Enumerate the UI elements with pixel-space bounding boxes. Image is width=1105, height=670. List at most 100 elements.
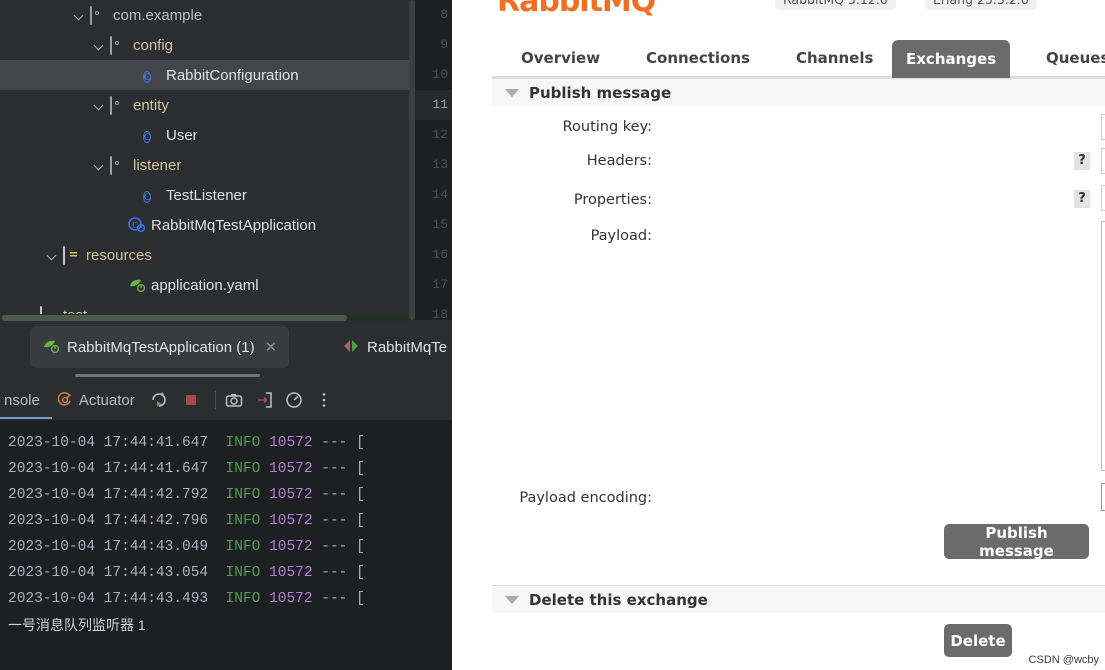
collapse-caret-icon[interactable]	[505, 595, 519, 604]
console-log-line: 2023-10-04 17:44:43.049 INFO 10572 --- [	[0, 534, 452, 560]
editor-gutter: 8 9 10 11 12 13 14 15 16 17 18	[415, 0, 452, 320]
tree-item-resources[interactable]: resources	[0, 240, 415, 270]
tree-item-rabbitmqtestapplication[interactable]: C RabbitMqTestApplication	[0, 210, 415, 240]
payload-textarea[interactable]	[1101, 221, 1105, 471]
tree-item-testlistener[interactable]: C TestListener	[0, 180, 415, 210]
log-dash: ---	[321, 513, 348, 529]
chevron-down-icon[interactable]	[45, 248, 59, 262]
log-dash: ---	[321, 539, 348, 555]
package-icon	[110, 156, 128, 175]
close-icon[interactable]: ✕	[265, 338, 278, 356]
collapse-caret-icon[interactable]	[505, 88, 519, 97]
console-tab-underline	[0, 417, 52, 419]
headers-key-input[interactable]	[1101, 148, 1105, 174]
camera-icon[interactable]	[224, 390, 244, 410]
export-icon[interactable]	[254, 390, 274, 410]
run-tab-label: RabbitMqTe	[367, 338, 448, 356]
log-pid: 10572	[269, 565, 313, 581]
version-badge-1: Erlang 25.3.2.6	[925, 0, 1037, 10]
console-tab[interactable]: nsole	[4, 392, 40, 409]
stop-icon[interactable]	[181, 390, 201, 410]
log-pid: 10572	[269, 461, 313, 477]
tree-item-config[interactable]: config	[0, 30, 415, 60]
mq-tab-exchanges[interactable]: Exchanges	[892, 40, 1011, 78]
console-log-line: 2023-10-04 17:44:43.054 INFO 10572 --- [	[0, 560, 452, 586]
project-tree[interactable]: com.example config C RabbitConfiguration ent…	[0, 0, 415, 320]
mq-tab-channels[interactable]: Channels	[782, 40, 887, 76]
package-icon	[90, 6, 108, 25]
payload-encoding-label: Payload encoding:	[519, 490, 652, 506]
run-tab-0[interactable]: RabbitMqTestApplication (1) ✕	[30, 326, 290, 368]
console-log-line: 2023-10-04 17:44:43.493 INFO 10572 --- [	[0, 586, 452, 612]
log-dash: ---	[321, 435, 348, 451]
properties-help-icon[interactable]: ?	[1074, 190, 1090, 208]
chevron-down-icon[interactable]	[92, 98, 106, 112]
log-level: INFO	[225, 539, 261, 555]
scrollbar-thumb[interactable]	[2, 315, 347, 321]
publish-message-section-header[interactable]: Publish message	[492, 78, 1105, 106]
console-log-line: 2023-10-04 17:44:42.792 INFO 10572 --- [	[0, 482, 452, 508]
run-tab-1[interactable]: RabbitMqTe	[330, 326, 452, 368]
gutter-line-number: 18	[432, 307, 448, 320]
chevron-down-icon[interactable]	[72, 8, 86, 22]
log-timestamp: 2023-10-04 17:44:43.054	[8, 565, 209, 581]
console-log-line: 2023-10-04 17:44:42.796 INFO 10572 --- [	[0, 508, 452, 534]
mq-main-nav[interactable]: Overview Connections Channels Exchanges Queu…	[452, 33, 1105, 78]
log-bracket: [	[356, 487, 365, 503]
mq-tab-overview[interactable]: Overview	[507, 40, 614, 76]
log-dash: ---	[321, 565, 348, 581]
watermark: CSDN @wcby	[1028, 654, 1099, 666]
rerun-icon[interactable]	[149, 390, 169, 410]
payload-encoding-select[interactable]: String (default)	[1101, 483, 1105, 511]
log-bracket: [	[356, 539, 365, 555]
version-badge-0: RabbitMQ 3.12.6	[775, 0, 896, 10]
console-output[interactable]: 2023-10-04 17:44:41.647 INFO 10572 --- […	[0, 420, 452, 670]
tree-item-com-example[interactable]: com.example	[0, 0, 415, 30]
publish-message-button[interactable]: Publish message	[944, 524, 1089, 560]
gutter-line-number: 17	[432, 277, 448, 292]
more-options-icon[interactable]	[314, 390, 334, 410]
headers-label: Headers:	[586, 153, 652, 169]
java-class-icon: C	[143, 71, 152, 83]
actuator-tab[interactable]: Actuator	[54, 390, 135, 410]
log-level: INFO	[225, 591, 261, 607]
chevron-down-icon[interactable]	[92, 38, 106, 52]
log-level: INFO	[225, 435, 261, 451]
gutter-line-number: 11	[415, 90, 452, 120]
tree-item-label: resources	[86, 246, 152, 264]
log-bracket: [	[356, 435, 365, 451]
log-dash: ---	[321, 461, 348, 477]
gutter-line-number: 13	[432, 157, 448, 172]
delete-exchange-section-header[interactable]: Delete this exchange	[492, 585, 1105, 613]
project-tree-horizontal-scrollbar[interactable]	[0, 314, 415, 322]
tree-item-label: config	[133, 36, 174, 54]
log-pid: 10572	[269, 435, 313, 451]
mq-tab-queues[interactable]: Queues	[1032, 40, 1105, 76]
tree-item-label: application.yaml	[151, 276, 259, 294]
run-tool-window-tabbar[interactable]: RabbitMqTestApplication (1) ✕ RabbitMqTe	[0, 322, 452, 378]
tree-item-user[interactable]: C User	[0, 120, 415, 150]
headers-help-icon[interactable]: ?	[1074, 152, 1090, 170]
chevron-down-icon[interactable]	[92, 158, 106, 172]
routing-key-input[interactable]	[1101, 114, 1105, 140]
mq-tab-connections[interactable]: Connections	[632, 40, 764, 76]
scrollbar-track[interactable]	[347, 315, 413, 321]
tree-item-application-yaml[interactable]: application.yaml	[0, 270, 415, 300]
log-level: INFO	[225, 565, 261, 581]
tree-item-listener[interactable]: listener	[0, 150, 415, 180]
java-class-icon: C	[143, 131, 152, 143]
delete-exchange-button[interactable]: Delete	[944, 624, 1012, 657]
console-toolbar[interactable]: nsole Actuator	[0, 380, 452, 420]
log-timestamp: 2023-10-04 17:44:41.647	[8, 435, 209, 451]
log-timestamp: 2023-10-04 17:44:42.792	[8, 487, 209, 503]
log-timestamp: 2023-10-04 17:44:43.049	[8, 539, 209, 555]
mq-header: RabbitMQ RabbitMQ 3.12.6 Erlang 25.3.2.6	[452, 0, 1105, 30]
gauge-icon[interactable]	[284, 390, 304, 410]
tree-item-entity[interactable]: entity	[0, 90, 415, 120]
gutter-line-number: 12	[432, 127, 448, 142]
properties-key-input[interactable]	[1101, 185, 1105, 211]
log-level: INFO	[225, 513, 261, 529]
tree-item-rabbitconfiguration[interactable]: C RabbitConfiguration	[0, 60, 415, 90]
